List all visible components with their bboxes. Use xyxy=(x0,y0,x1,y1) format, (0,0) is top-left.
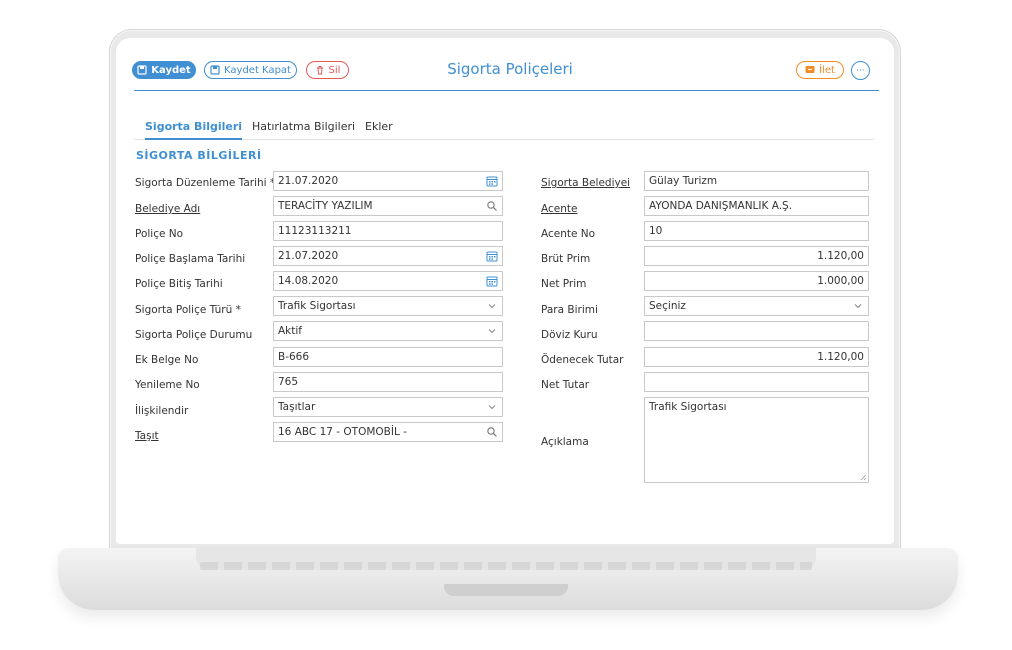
calendar-icon[interactable] xyxy=(486,275,498,287)
description-label: Açıklama xyxy=(541,436,589,448)
tab-reminders[interactable]: Hatırlatma Bilgileri xyxy=(252,120,355,133)
policy-type-select[interactable]: Trafik Sigortası xyxy=(273,296,503,316)
agency-field[interactable]: AYONDA DANIŞMANLIK A.Ş. xyxy=(644,196,869,216)
policy-no-value: 11123113211 xyxy=(278,225,352,237)
net-premium-value: 1.000,00 xyxy=(817,275,864,287)
description-textarea[interactable]: Trafik Sigortası xyxy=(644,397,869,483)
agency-no-value: 10 xyxy=(649,225,663,237)
vehicle-value: 16 ABC 17 - OTOMOBİL - xyxy=(278,426,407,438)
chevron-down-icon xyxy=(488,304,496,309)
net-amount-field[interactable] xyxy=(644,372,869,392)
policy-no-label: Poliçe No xyxy=(135,228,184,240)
start-date-label: Poliçe Başlama Tarihi xyxy=(135,253,246,265)
section-title: SİGORTA BİLGİLERİ xyxy=(136,149,262,162)
net-premium-label: Net Prim xyxy=(541,278,587,290)
extra-doc-no-value: B-666 xyxy=(278,351,310,363)
policy-type-value: Trafik Sigortası xyxy=(278,300,356,312)
municipality-field[interactable]: TERACİTY YAZILIM xyxy=(273,196,503,216)
extra-doc-no-field[interactable]: B-666 xyxy=(273,347,503,367)
amount-payable-field[interactable]: 1.120,00 xyxy=(644,347,869,367)
related-value: Taşıtlar xyxy=(278,401,316,413)
municipality-label[interactable]: Belediye Adı xyxy=(135,203,200,215)
currency-label: Para Birimi xyxy=(541,304,598,316)
laptop-notch xyxy=(444,584,568,596)
issue-date-value: 21.07.2020 xyxy=(278,175,339,187)
exchange-rate-field[interactable] xyxy=(644,321,869,341)
gross-premium-label: Brüt Prim xyxy=(541,253,591,265)
agency-no-label: Acente No xyxy=(541,228,596,240)
tab-attachments[interactable]: Ekler xyxy=(365,120,393,133)
policy-no-field[interactable]: 11123113211 xyxy=(273,221,503,241)
tab-insurance-info[interactable]: Sigorta Bilgileri xyxy=(145,120,243,140)
renewal-no-value: 765 xyxy=(278,376,299,388)
vehicle-field[interactable]: 16 ABC 17 - OTOMOBİL - xyxy=(273,422,503,442)
tab-bar: Sigorta Bilgileri Hatırlatma Bilgileri E… xyxy=(134,118,874,140)
amount-payable-value: 1.120,00 xyxy=(817,351,864,363)
related-select[interactable]: Taşıtlar xyxy=(273,397,503,417)
insurance-company-label[interactable]: Sigorta Belediyei xyxy=(541,177,630,189)
app-screen: Kaydet Kaydet Kapat Sil İlet ··· Sigorta… xyxy=(116,38,894,544)
search-icon[interactable] xyxy=(486,426,498,438)
end-date-value: 14.08.2020 xyxy=(278,275,339,287)
currency-select[interactable]: Seçiniz xyxy=(644,296,869,316)
laptop-keyboard xyxy=(200,562,812,570)
resize-handle-icon[interactable] xyxy=(860,474,867,481)
policy-type-label: Sigorta Poliçe Türü * xyxy=(135,304,241,316)
related-label: İlişkilendir xyxy=(135,405,189,417)
start-date-field[interactable]: 21.07.2020 xyxy=(273,246,503,266)
exchange-rate-label: Döviz Kuru xyxy=(541,329,598,341)
renewal-no-field[interactable]: 765 xyxy=(273,372,503,392)
renewal-no-label: Yenileme No xyxy=(135,379,200,391)
insurance-company-value: Gülay Turizm xyxy=(649,175,718,187)
net-premium-field[interactable]: 1.000,00 xyxy=(644,271,869,291)
search-icon[interactable] xyxy=(486,200,498,212)
amount-payable-label: Ödenecek Tutar xyxy=(541,354,624,366)
vehicle-label[interactable]: Taşıt xyxy=(135,430,159,442)
policy-status-label: Sigorta Poliçe Durumu xyxy=(135,329,253,341)
municipality-value: TERACİTY YAZILIM xyxy=(278,200,373,212)
issue-date-label: Sigorta Düzenleme Tarihi * xyxy=(135,177,276,189)
extra-doc-no-label: Ek Belge No xyxy=(135,354,199,366)
gross-premium-value: 1.120,00 xyxy=(817,250,864,262)
net-amount-label: Net Tutar xyxy=(541,379,590,391)
policy-status-value: Aktif xyxy=(278,325,302,337)
policy-status-select[interactable]: Aktif xyxy=(273,321,503,341)
end-date-label: Poliçe Bitiş Tarihi xyxy=(135,278,223,290)
currency-value: Seçiniz xyxy=(649,300,686,312)
chevron-down-icon xyxy=(488,329,496,334)
calendar-icon[interactable] xyxy=(486,175,498,187)
description-value: Trafik Sigortası xyxy=(649,401,727,413)
chevron-down-icon xyxy=(854,304,862,309)
calendar-icon[interactable] xyxy=(486,250,498,262)
issue-date-field[interactable]: 21.07.2020 xyxy=(273,171,503,191)
agency-value: AYONDA DANIŞMANLIK A.Ş. xyxy=(649,200,793,212)
insurance-company-field[interactable]: Gülay Turizm xyxy=(644,171,869,191)
start-date-value: 21.07.2020 xyxy=(278,250,339,262)
agency-no-field[interactable]: 10 xyxy=(644,221,869,241)
gross-premium-field[interactable]: 1.120,00 xyxy=(644,246,869,266)
end-date-field[interactable]: 14.08.2020 xyxy=(273,271,503,291)
agency-label[interactable]: Acente xyxy=(541,203,577,215)
chevron-down-icon xyxy=(488,405,496,410)
page-title: Sigorta Poliçeleri xyxy=(447,60,573,78)
title-divider xyxy=(134,90,879,91)
